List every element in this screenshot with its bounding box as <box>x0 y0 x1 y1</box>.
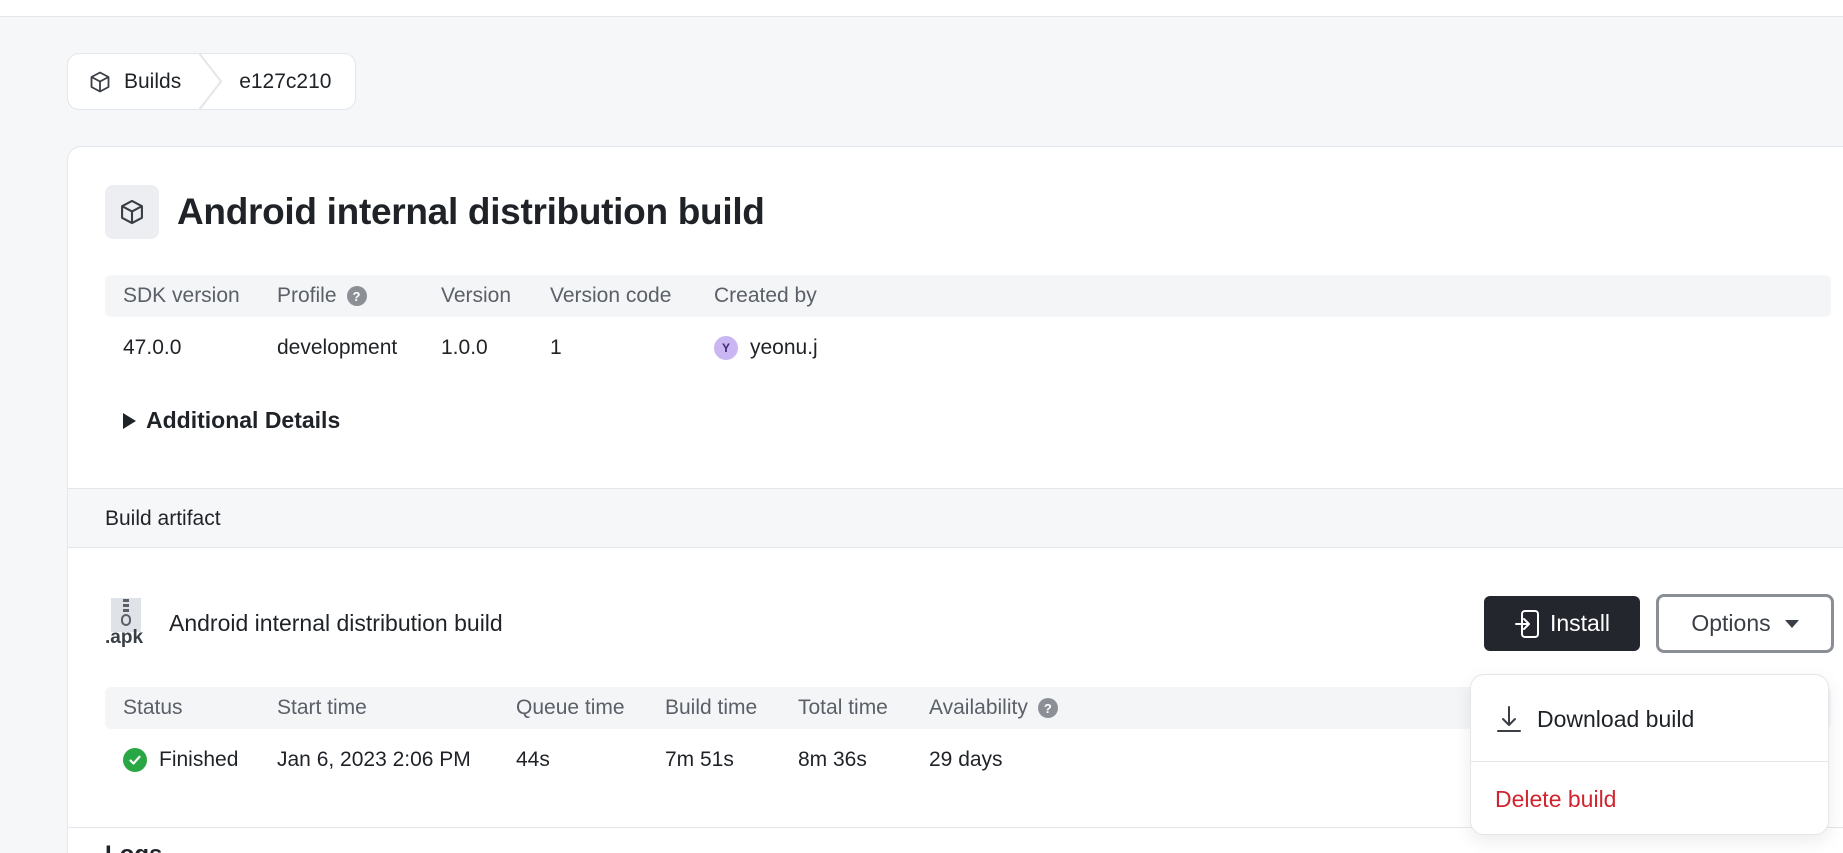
download-build-menu-item[interactable]: Download build <box>1495 699 1694 739</box>
top-bar <box>0 0 1843 17</box>
build-header: Android internal distribution build <box>105 185 765 239</box>
header-availability-label: Availability <box>929 696 1028 719</box>
additional-details-label: Additional Details <box>146 407 341 433</box>
value-sdk-version: 47.0.0 <box>123 336 182 359</box>
delete-build-menu-item[interactable]: Delete build <box>1495 779 1616 819</box>
header-sdk-version: SDK version <box>123 284 240 307</box>
download-icon <box>1497 706 1521 732</box>
breadcrumb: Builds e127c210 <box>67 53 357 110</box>
help-icon[interactable]: ? <box>346 286 367 306</box>
file-extension-label: .apk <box>105 627 144 648</box>
cube-icon <box>90 71 110 92</box>
avatar: Y <box>714 336 738 360</box>
breadcrumb-label-builds: Builds <box>124 69 182 93</box>
breadcrumb-separator-icon <box>198 53 223 110</box>
options-menu: Download build Delete build <box>1470 674 1829 835</box>
breadcrumb-item-builds[interactable]: Builds <box>88 70 181 94</box>
options-label: Options <box>1691 610 1771 636</box>
value-availability: 29 days <box>929 748 1003 771</box>
value-version-code: 1 <box>550 336 562 359</box>
breadcrumb-item-build-id[interactable]: e127c210 <box>239 70 331 94</box>
build-icon-box <box>105 185 159 239</box>
header-total-time: Total time <box>798 696 888 719</box>
status-label: Finished <box>159 748 239 771</box>
header-version-code: Version code <box>550 284 672 307</box>
page-title: Android internal distribution build <box>177 191 765 232</box>
check-circle-icon <box>123 748 147 772</box>
artifact-name: Android internal distribution build <box>169 609 503 636</box>
value-created-by[interactable]: Y yeonu.j <box>714 327 818 369</box>
help-icon[interactable]: ? <box>1037 698 1058 718</box>
download-build-label: Download build <box>1537 705 1695 732</box>
header-profile-label: Profile <box>277 284 337 307</box>
value-version: 1.0.0 <box>441 336 488 359</box>
install-label: Install <box>1549 610 1611 636</box>
creator-name: yeonu.j <box>750 336 818 359</box>
value-status: Finished <box>123 739 238 781</box>
header-status: Status <box>123 696 183 719</box>
section-title: Build artifact <box>105 507 221 530</box>
build-artifact-section-header: Build artifact <box>68 488 1843 548</box>
menu-divider <box>1471 761 1828 762</box>
logs-title: Logs <box>105 841 162 853</box>
header-created-by: Created by <box>714 284 817 307</box>
header-build-time: Build time <box>665 696 758 719</box>
delete-build-label: Delete build <box>1495 785 1617 812</box>
value-queue-time: 44s <box>516 748 550 771</box>
artifact-row: .apk Android internal distribution build <box>105 597 503 649</box>
header-start-time: Start time <box>277 696 367 719</box>
value-total-time: 8m 36s <box>798 748 867 771</box>
cube-icon <box>121 199 143 225</box>
header-availability: Availability ? <box>929 687 1058 729</box>
value-build-time: 7m 51s <box>665 748 734 771</box>
options-button[interactable]: Options <box>1656 594 1834 653</box>
caret-down-icon <box>1784 619 1799 628</box>
header-profile: Profile ? <box>277 275 367 317</box>
header-version: Version <box>441 284 512 307</box>
triangle-right-icon <box>123 412 136 429</box>
value-start-time: Jan 6, 2023 2:06 PM <box>277 748 471 771</box>
install-button[interactable]: Install <box>1484 596 1640 651</box>
value-profile: development <box>277 336 398 359</box>
apk-file-icon: .apk <box>105 597 147 649</box>
header-queue-time: Queue time <box>516 696 625 719</box>
additional-details-toggle[interactable]: Additional Details <box>123 407 340 434</box>
install-icon <box>1514 609 1539 638</box>
